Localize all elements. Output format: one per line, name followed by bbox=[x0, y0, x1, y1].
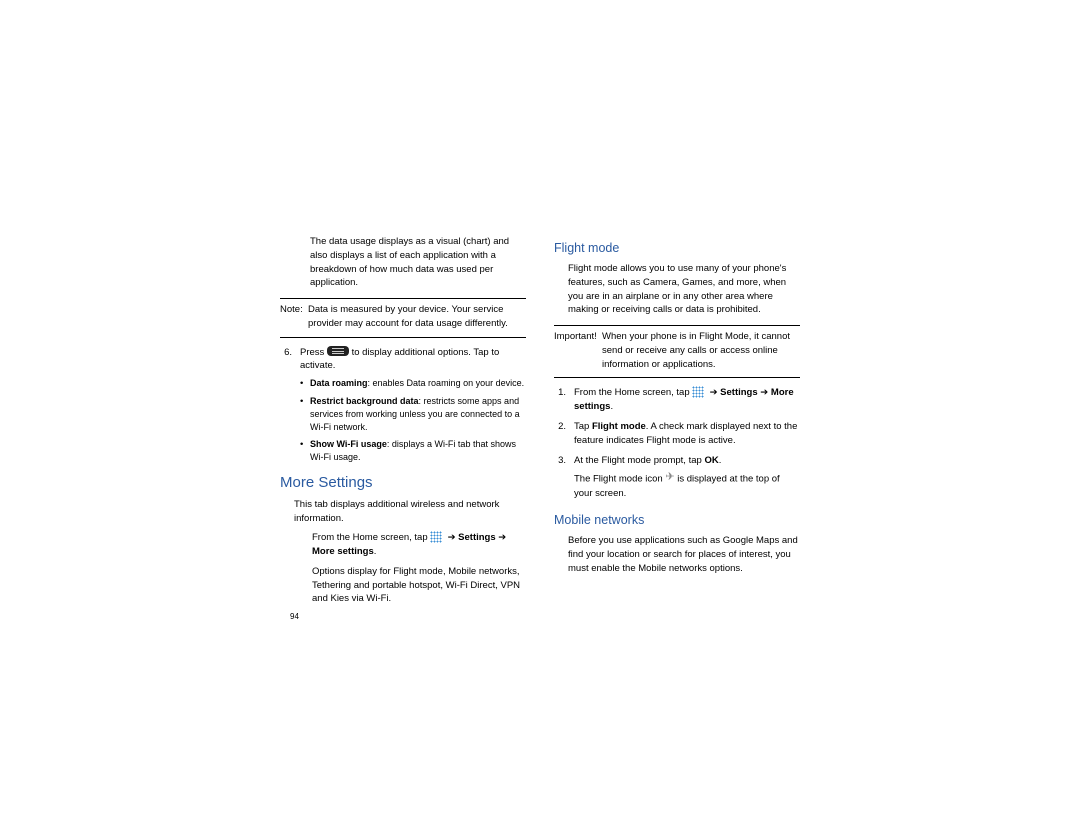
s3-line2a: The Flight mode icon bbox=[574, 474, 663, 485]
more-settings-intro: This tab displays additional wireless an… bbox=[280, 498, 526, 526]
left-column: The data usage displays as a visual (cha… bbox=[280, 235, 526, 635]
bullet1-rest: : enables Data roaming on your device. bbox=[368, 378, 525, 388]
nav-settings: Settings bbox=[720, 387, 757, 398]
note-text: Data is measured by your device. Your se… bbox=[308, 303, 526, 331]
manual-page: The data usage displays as a visual (cha… bbox=[280, 235, 800, 635]
ok-bold: OK bbox=[704, 455, 718, 466]
step6-text-a: Press bbox=[300, 347, 324, 358]
important-block: Important! When your phone is in Flight … bbox=[554, 325, 800, 378]
heading-flight-mode: Flight mode bbox=[554, 239, 800, 257]
note-block: Note: Data is measured by your device. Y… bbox=[280, 298, 526, 338]
s1-text: From the Home screen, tap bbox=[574, 387, 690, 398]
step-number: 6. bbox=[280, 346, 300, 374]
nav-settings: Settings bbox=[458, 532, 495, 543]
heading-mobile-networks: Mobile networks bbox=[554, 511, 800, 529]
arrow-icon: ➔ bbox=[760, 387, 768, 398]
bullet-show-wifi: • Show Wi-Fi usage: displays a Wi-Fi tab… bbox=[280, 438, 526, 464]
arrow-icon: ➔ bbox=[710, 387, 718, 398]
heading-more-settings: More Settings bbox=[280, 472, 526, 494]
menu-button-icon bbox=[327, 346, 349, 356]
from-home-step: From the Home screen, tap ➔ Settings ➔ M… bbox=[280, 531, 526, 606]
important-label: Important! bbox=[554, 330, 602, 371]
note-label: Note: bbox=[280, 303, 308, 331]
step-number: 1. bbox=[554, 386, 574, 414]
data-usage-intro: The data usage displays as a visual (cha… bbox=[280, 235, 526, 290]
right-column: Flight mode Flight mode allows you to us… bbox=[554, 235, 800, 635]
flight-step-1: 1. From the Home screen, tap ➔ Settings … bbox=[554, 386, 800, 414]
step-number: 2. bbox=[554, 420, 574, 448]
options-display-text: Options display for Flight mode, Mobile … bbox=[312, 566, 520, 605]
important-text: When your phone is in Flight Mode, it ca… bbox=[602, 330, 800, 371]
mobile-networks-intro: Before you use applications such as Goog… bbox=[554, 534, 800, 575]
bullet2-bold: Restrict background data bbox=[310, 396, 419, 406]
apps-grid-icon bbox=[692, 386, 704, 398]
bullet1-bold: Data roaming bbox=[310, 378, 368, 388]
arrow-icon: ➔ bbox=[498, 532, 506, 543]
bullet3-bold: Show Wi-Fi usage bbox=[310, 439, 387, 449]
flight-intro: Flight mode allows you to use many of yo… bbox=[554, 262, 800, 317]
step-number: 3. bbox=[554, 454, 574, 501]
page-number: 94 bbox=[290, 612, 299, 621]
flight-mode-bold: Flight mode bbox=[592, 421, 646, 432]
bullet-data-roaming: • Data roaming: enables Data roaming on … bbox=[280, 377, 526, 391]
apps-grid-icon bbox=[430, 531, 442, 543]
airplane-icon: ✈ bbox=[665, 470, 674, 486]
step-6: 6. Press to display additional options. … bbox=[280, 346, 526, 374]
nav-more-settings: More settings bbox=[312, 546, 374, 557]
flight-step-3: 3. At the Flight mode prompt, tap OK. Th… bbox=[554, 454, 800, 501]
from-home-text: From the Home screen, tap bbox=[312, 532, 428, 543]
bullet-restrict-bg: • Restrict background data: restricts so… bbox=[280, 395, 526, 434]
arrow-icon: ➔ bbox=[448, 532, 456, 543]
flight-step-2: 2. Tap Flight mode. A check mark display… bbox=[554, 420, 800, 448]
